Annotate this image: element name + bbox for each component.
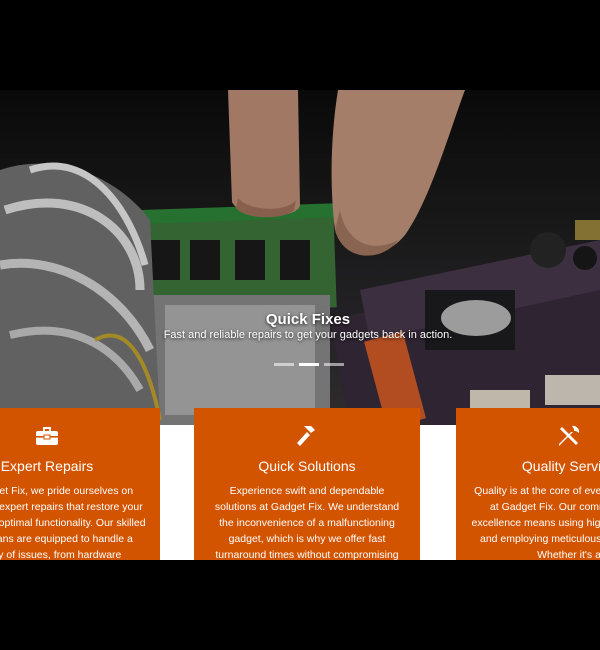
carousel-indicators xyxy=(274,363,344,366)
hero-overlay xyxy=(0,90,600,425)
card-text: Quality is at the core of everything we … xyxy=(471,485,600,560)
carousel-indicator-2[interactable] xyxy=(299,363,319,366)
carousel-indicator-1[interactable] xyxy=(274,363,294,366)
card-title: Quick Solutions xyxy=(258,458,356,474)
card-text: At Gadget Fix, we pride ourselves on del… xyxy=(0,485,146,560)
hammer-icon xyxy=(194,424,420,448)
card-title: Quality Service xyxy=(521,458,600,474)
service-card-quality-service: Quality Service Quality is at the core o… xyxy=(456,408,600,560)
hero-carousel[interactable]: Quick Fixes Fast and reliable repairs to… xyxy=(0,90,600,425)
carousel-indicator-3[interactable] xyxy=(324,363,344,366)
hero-subtitle: Fast and reliable repairs to get your ga… xyxy=(163,329,453,341)
card-title: Expert Repairs xyxy=(0,458,94,474)
service-card-expert-repairs: Expert Repairs At Gadget Fix, we pride o… xyxy=(0,408,160,560)
tools-icon xyxy=(456,424,600,448)
page-viewport: Quick Fixes Fast and reliable repairs to… xyxy=(0,90,600,560)
service-card-quick-solutions: Quick Solutions Experience swift and dep… xyxy=(194,408,420,560)
hero-title: Quick Fixes xyxy=(265,311,351,328)
toolbox-icon xyxy=(0,424,160,448)
card-text: Experience swift and dependable solution… xyxy=(214,485,400,560)
